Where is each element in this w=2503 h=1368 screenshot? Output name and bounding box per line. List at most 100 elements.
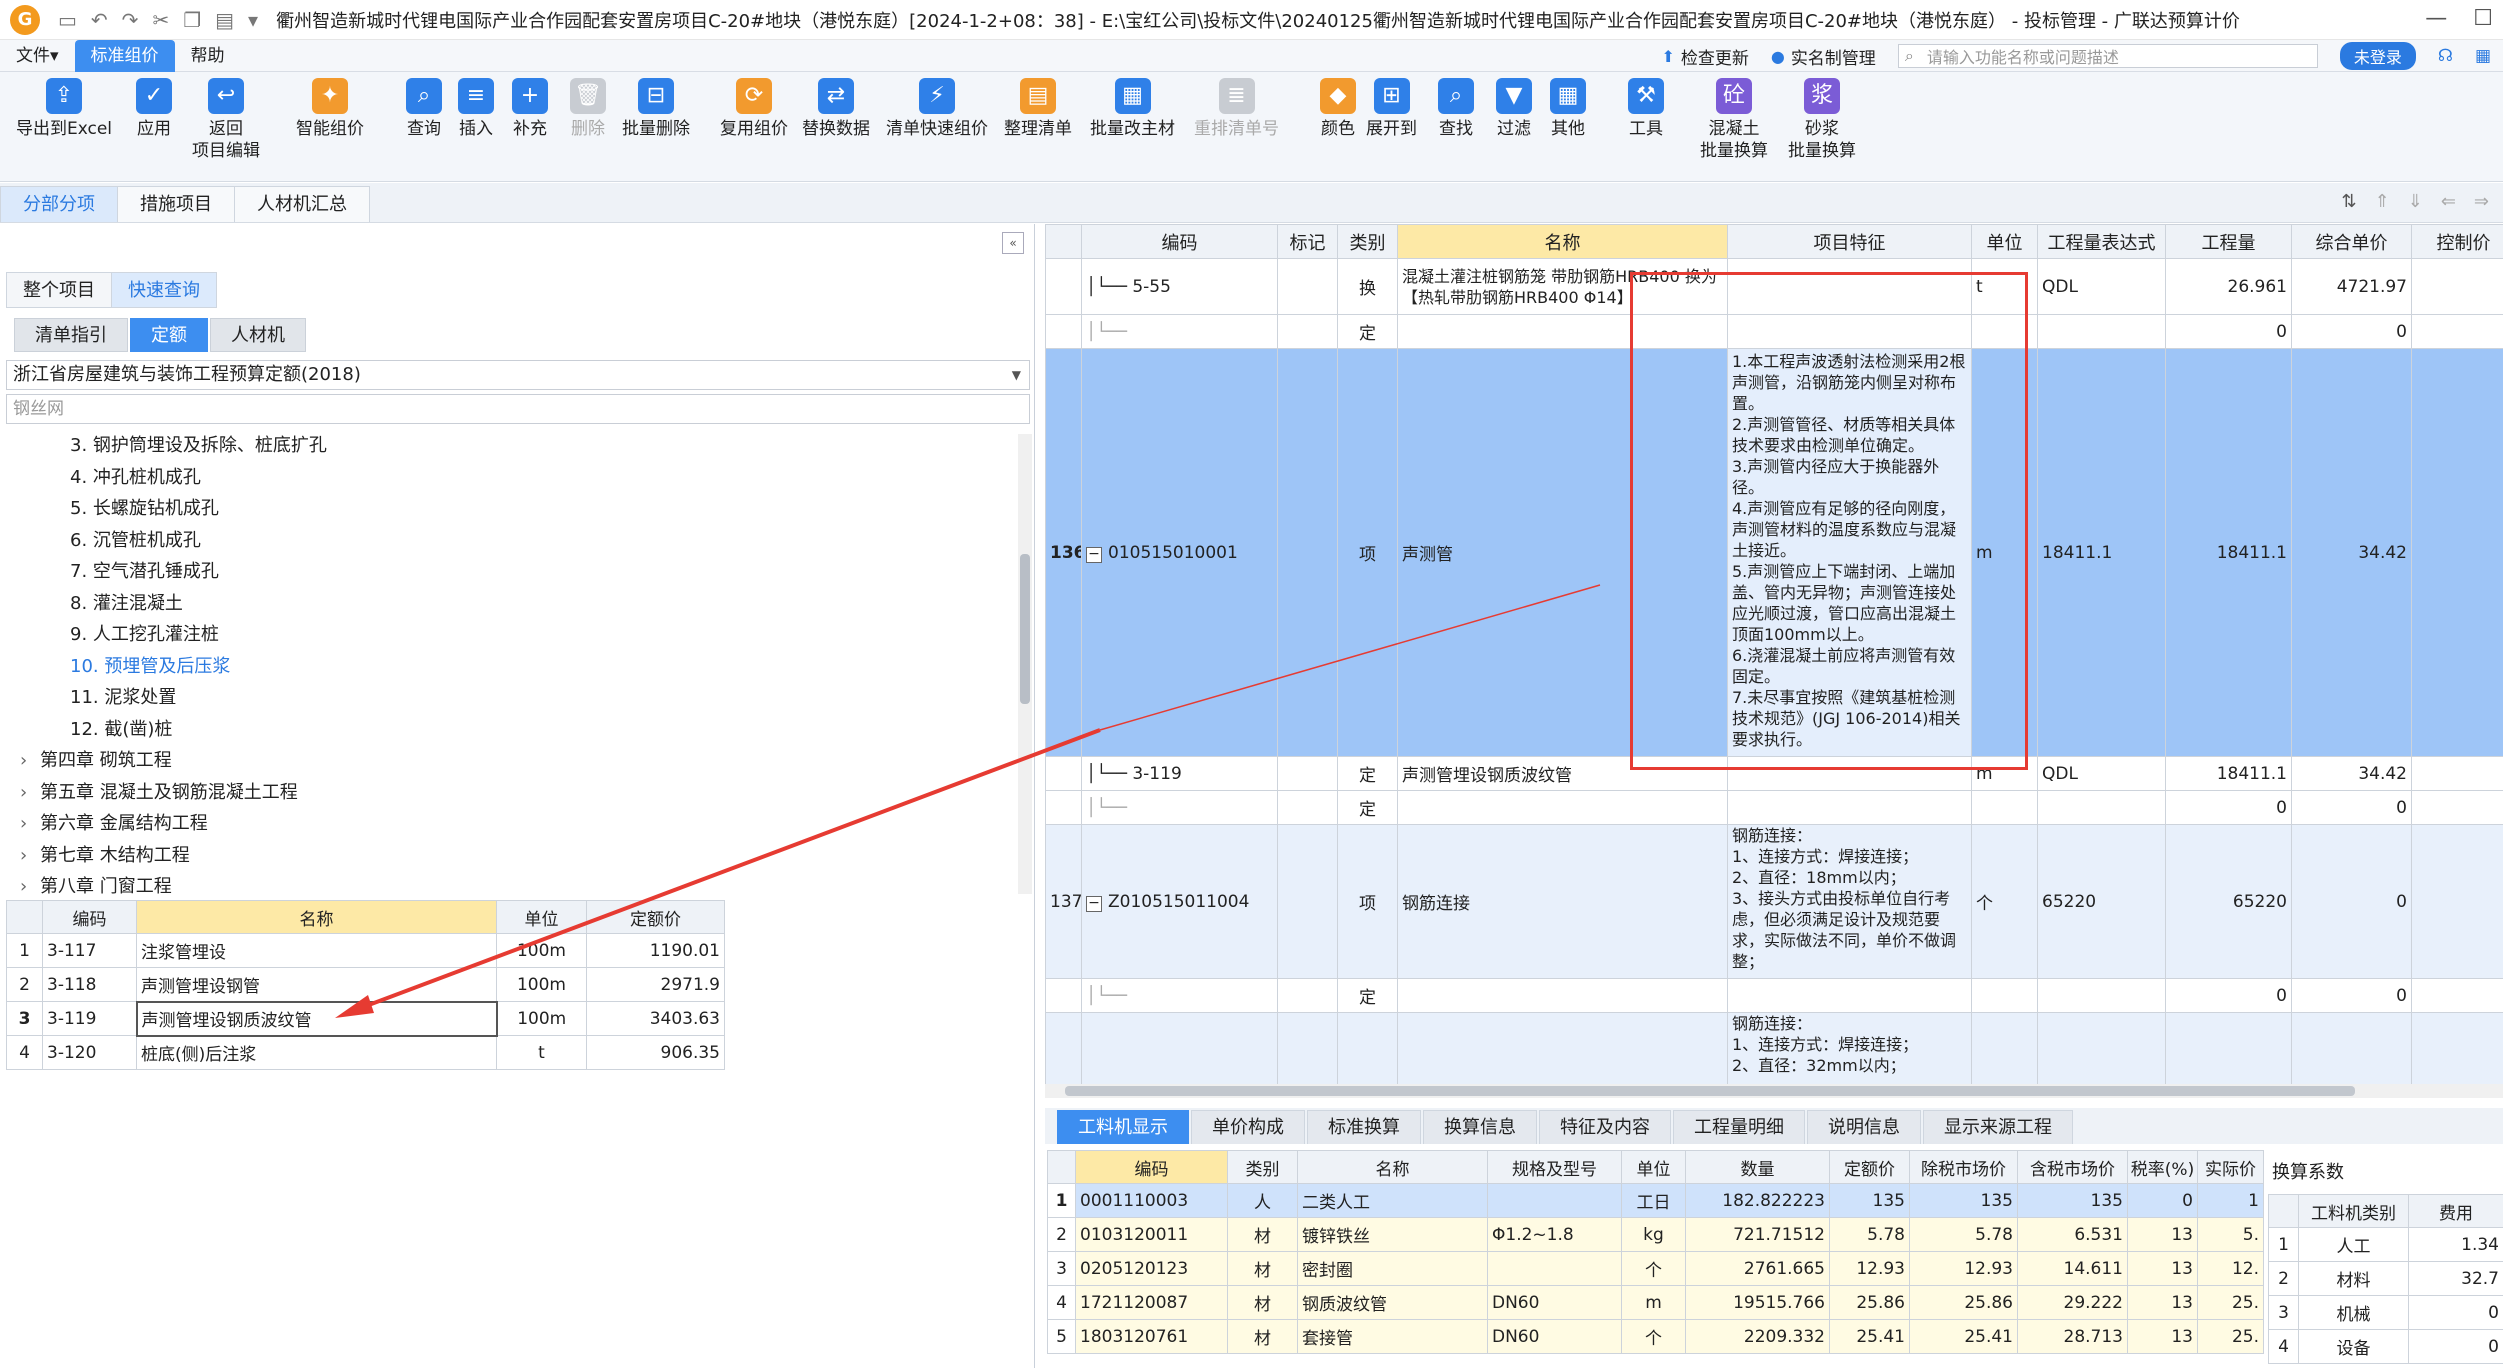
table-row[interactable]: │└── 定 0 0 [1045,978,2503,1013]
col-price[interactable]: 定额价 [586,900,725,934]
selected-quota-name[interactable]: 声测管埋设钢质波纹管 [135,1000,498,1037]
undo-icon[interactable]: ↶ [91,8,108,32]
table-row[interactable]: 钢筋连接： 1、连接方式：焊接连接； 2、直径：32mm以内； [1045,1012,2503,1084]
table-row-selected[interactable]: 136 −010515010001 项 声测管 1.本工程声波透射法检测采用2根… [1045,348,2503,757]
menu-standard-pricing[interactable]: 标准组价 [74,39,175,72]
insert-button[interactable]: ≡ 插入 [458,78,494,140]
collapse-row-icon[interactable]: − [1086,546,1102,563]
tree-item[interactable]: 11. 泥浆处置 [6,682,1026,714]
collapse-panel-icon[interactable]: « [1002,232,1024,254]
batch-main-material-button[interactable]: ▦ 批量改主材 [1090,78,1175,140]
project-feature-cell[interactable]: 1.本工程声波透射法检测采用2根声测管，沿钢筋笼内侧呈对称布置。 2.声测管管径… [1727,348,1972,757]
col-resource-category[interactable]: 工料机类别 [2298,1194,2409,1228]
menu-help[interactable]: 帮助 [175,40,241,72]
function-search-input[interactable]: ⌕ 请输入功能名称或问题描述 [1897,44,2318,68]
col-actual-price[interactable]: 实际价 [2197,1150,2264,1184]
query-button[interactable]: ⌕ 查询 [406,78,442,140]
col-unit[interactable]: 单位 [1971,224,2038,259]
tab-list-guide[interactable]: 清单指引 [14,318,128,352]
col-category[interactable]: 类别 [1227,1150,1298,1184]
mortar-batch-button[interactable]: 浆砂浆 批量换算 [1788,78,1856,162]
quota-library-select[interactable]: 浙江省房屋建筑与装饰工程预算定额(2018) ▼ [6,360,1030,390]
redo-icon[interactable]: ↷ [122,8,139,32]
col-name[interactable]: 名称 [1297,1150,1488,1184]
batch-delete-button[interactable]: ⊟ 批量删除 [622,78,690,140]
col-inc-tax-price[interactable]: 含税市场价 [2017,1150,2128,1184]
other-button[interactable]: ▦ 其他 [1550,78,1586,140]
table-row[interactable]: │└── 定 0 0 [1045,314,2503,349]
tab-quota[interactable]: 定额 [130,318,208,352]
tools-button[interactable]: ⚒ 工具 [1628,78,1664,140]
tree-item[interactable]: 12. 截(凿)桩 [6,714,1026,746]
table-row[interactable]: 2 0103120011 材镀锌铁丝 Φ1.2~1.8 kg 721.71512 5.78 5… [1047,1217,2264,1252]
tree-item[interactable]: 9. 人工挖孔灌注桩 [6,619,1026,651]
table-row[interactable]: 4 1721120087 材钢质波纹管 DN60 m 19515.766 25.86 25.8… [1047,1285,2264,1320]
col-code[interactable]: 编码 [1075,1150,1228,1184]
table-row[interactable]: 3 机械 0 [2268,1295,2503,1330]
tree-item[interactable]: › 第七章 木结构工程 [6,840,1026,872]
tab-quantity-detail[interactable]: 工程量明细 [1673,1110,1805,1144]
supplement-button[interactable]: + 补充 [512,78,548,140]
quick-price-button[interactable]: ⚡ 清单快速组价 [886,78,988,140]
col-mark[interactable]: 标记 [1277,224,1338,259]
cut-icon[interactable]: ✂ [152,8,169,32]
table-row[interactable]: 137 − Z010515011004 项 钢筋连接 钢筋连接： 1、连接方式：焊… [1045,824,2503,979]
renumber-button[interactable]: ≣ 重排清单号 [1194,78,1279,140]
table-row[interactable]: 3 0205120123 材密封圈个 2761.665 12.93 12.93 14.611… [1047,1251,2264,1286]
apply-button[interactable]: ✓ 应用 [136,78,172,140]
tree-item[interactable]: › 第四章 砌筑工程 [6,745,1026,777]
dropdown-icon[interactable]: ▾ [248,8,258,32]
chevron-right-icon[interactable]: › [20,871,40,903]
back-edit-button[interactable]: ↩ 返回 项目编辑 [192,78,260,162]
replace-data-button[interactable]: ⇄ 替换数据 [802,78,870,140]
color-button[interactable]: ◆ 颜色 [1320,78,1356,140]
tab-source-project[interactable]: 显示来源工程 [1923,1110,2073,1144]
table-row[interactable]: │└── 3-119 定 声测管埋设钢质波纹管 m QDL 18411.1 34… [1045,756,2503,791]
col-unit[interactable]: 单位 [496,900,587,934]
tab-whole-project[interactable]: 整个项目 [6,272,112,308]
col-spec[interactable]: 规格及型号 [1487,1150,1622,1184]
reuse-price-button[interactable]: ⟳ 复用组价 [720,78,788,140]
apps-grid-icon[interactable]: ▦ [2475,46,2491,66]
col-code[interactable]: 编码 [1081,224,1278,259]
tree-item[interactable]: 5. 长螺旋钻机成孔 [6,493,1026,525]
tab-description[interactable]: 说明信息 [1807,1110,1921,1144]
export-excel-button[interactable]: ⇪ 导出到Excel [16,78,112,140]
expand-to-button[interactable]: ⊞ 展开到 [1366,78,1417,140]
maximize-icon[interactable]: ☐ [2473,6,2493,31]
table-row[interactable]: 1 人工 1.34 [2268,1227,2503,1262]
col-feature[interactable]: 项目特征 [1727,224,1972,259]
tree-item[interactable]: › 第六章 金属结构工程 [6,808,1026,840]
tree-item[interactable]: 4. 冲孔桩机成孔 [6,462,1026,494]
tab-conversion-info[interactable]: 换算信息 [1423,1110,1537,1144]
headset-icon[interactable]: ☊ [2438,46,2453,66]
paste-icon[interactable]: ▤ [215,8,234,32]
concrete-batch-button[interactable]: 砼混凝土 批量换算 [1700,78,1768,162]
col-code[interactable]: 编码 [42,900,137,934]
chevron-right-icon[interactable]: › [20,840,40,872]
table-row[interactable]: 2 3-118 声测管埋设钢管 100m 2971.9 [6,967,725,1002]
scrollbar-thumb[interactable] [1065,1086,2355,1096]
tab-features-content[interactable]: 特征及内容 [1539,1110,1671,1144]
col-name[interactable]: 名称 [1397,224,1728,259]
menu-file[interactable]: 文件▾ [0,40,75,72]
table-row[interactable]: 5 1803120761 材套接管 DN60 个 2209.332 25.41 25.41 28… [1047,1319,2264,1354]
tree-item[interactable]: 3. 钢护筒埋设及拆除、桩底扩孔 [6,430,1026,462]
move-right-icon[interactable]: ⇒ [2474,191,2489,212]
col-unit-price[interactable]: 综合单价 [2291,224,2412,259]
col-name[interactable]: 名称 [136,900,497,934]
col-tax-rate[interactable]: 税率(%) [2127,1150,2198,1184]
move-down-icon[interactable]: ⇓ [2408,191,2423,212]
col-control-price[interactable]: 控制价 [2411,224,2503,259]
tab-resource-display[interactable]: 工料机显示 [1057,1110,1189,1144]
table-row[interactable]: 4 3-120 桩底(侧)后注浆 t 906.35 [6,1035,725,1070]
grid-horizontal-scrollbar[interactable] [1045,1084,2503,1098]
tab-sub-items[interactable]: 分部分项 [0,186,118,222]
chevron-right-icon[interactable]: › [20,808,40,840]
col-expr[interactable]: 工程量表达式 [2037,224,2166,259]
filter-button[interactable]: ▼ 过滤 [1496,78,1532,140]
tab-measures[interactable]: 措施项目 [117,186,235,222]
chevron-right-icon[interactable]: › [20,745,40,777]
table-row-selected[interactable]: 1 0001110003 人二类人工 工日 182.822223 135 135 135 0 1 [1047,1183,2264,1218]
chevron-right-icon[interactable]: › [20,777,40,809]
